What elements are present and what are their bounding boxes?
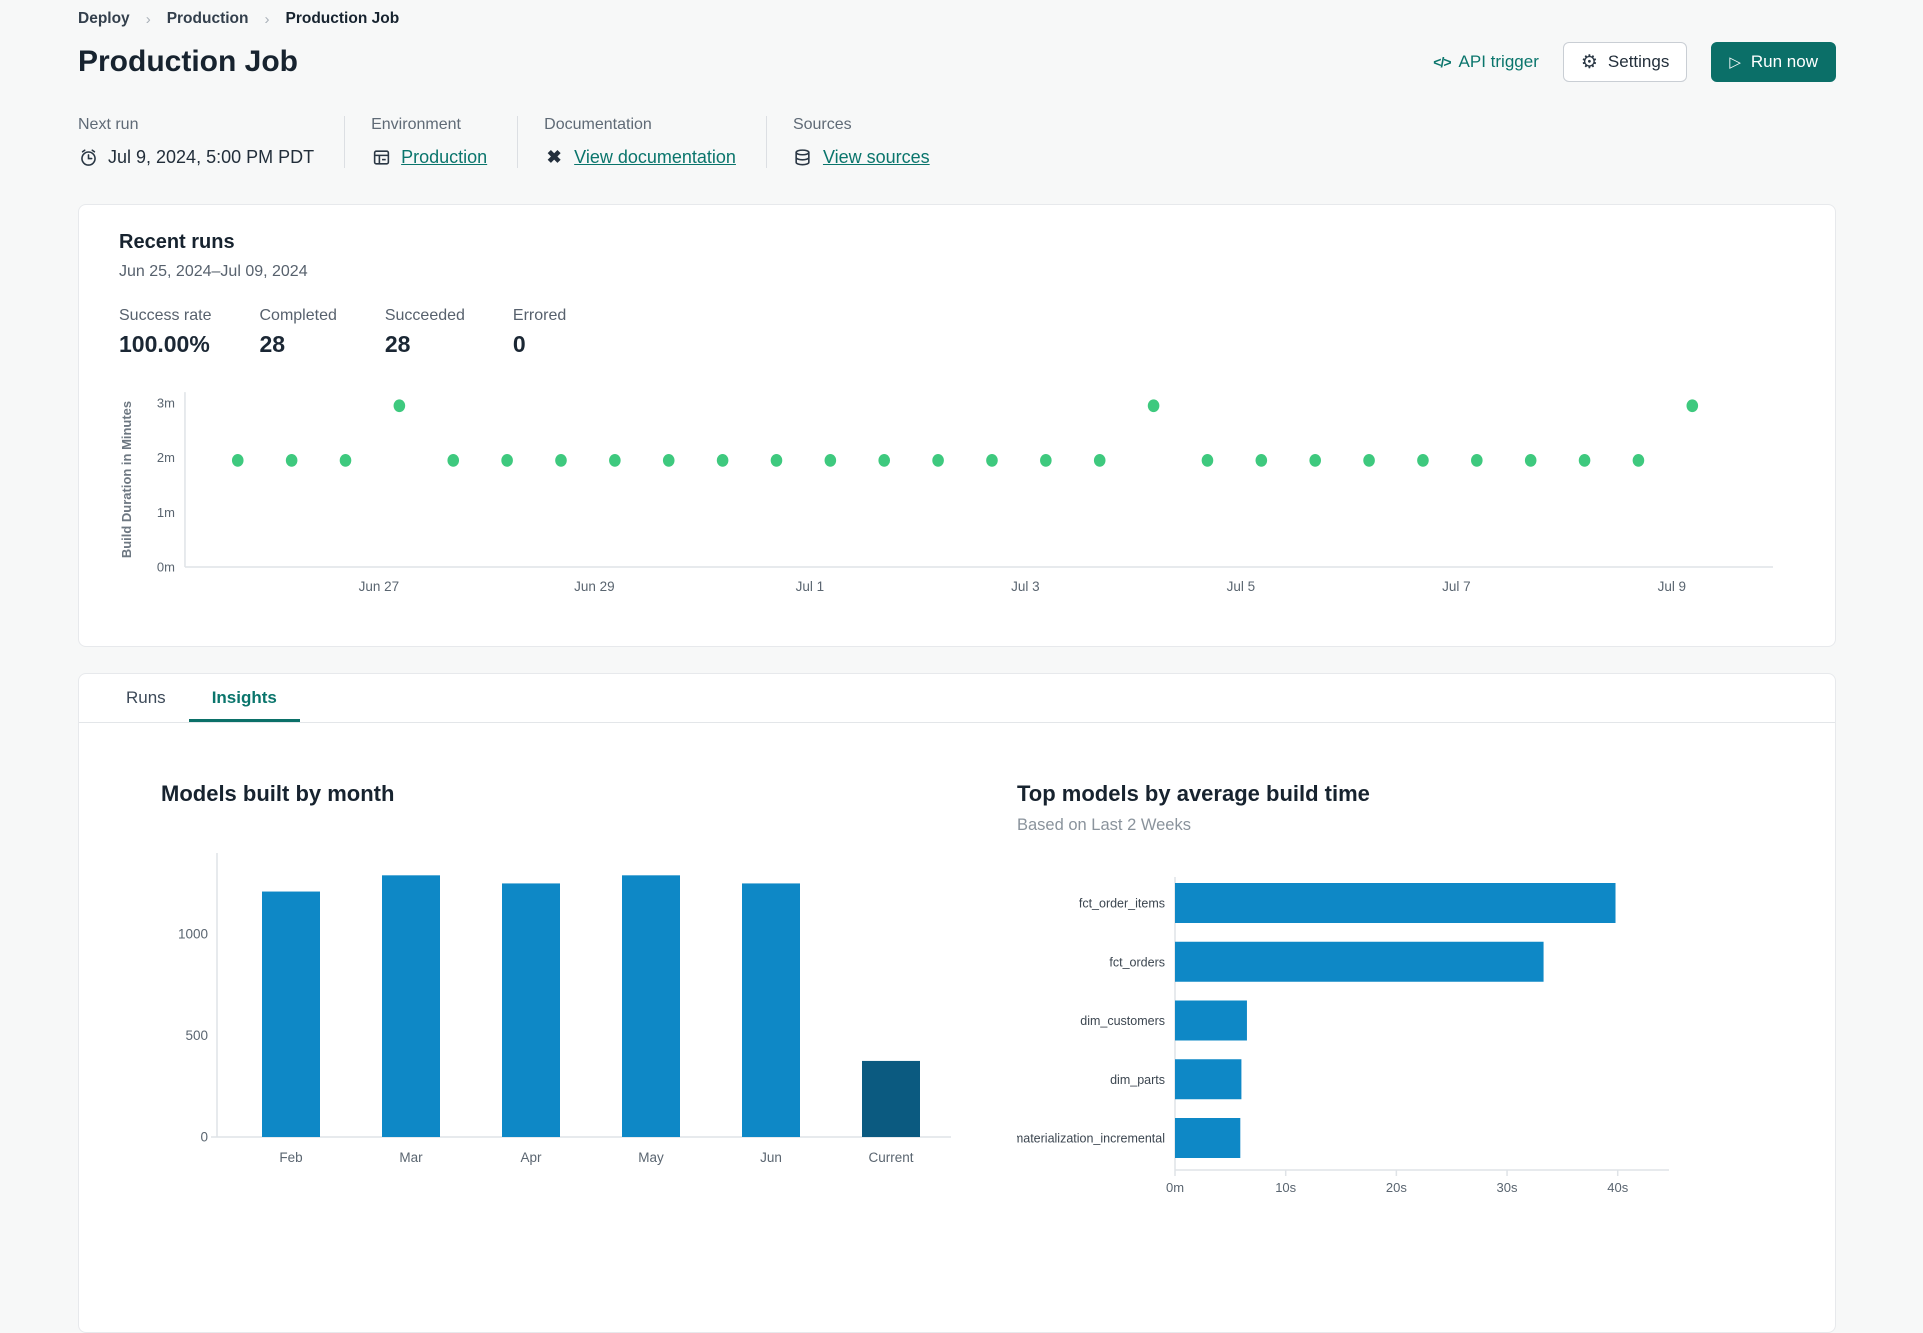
code-icon: </> [1433,54,1451,70]
svg-text:fct_order_items: fct_order_items [1079,897,1165,911]
top-models-hbar-chart: 0m 10s 20s 30s 40s fct_order_items fct_ordersd… [1013,877,1669,1195]
svg-text:0: 0 [200,1130,208,1145]
run-now-label: Run now [1750,52,1818,71]
svg-text:May: May [638,1150,664,1165]
top-models-section: Top models by average build time Based o… [1013,781,1795,1209]
page-header: Production Job </> API trigger ⚙ Setting… [78,42,1836,82]
svg-text:Jul 9: Jul 9 [1658,579,1686,594]
alarm-clock-icon [78,148,98,168]
header-actions: </> API trigger ⚙ Settings ▷ Run now [1433,42,1836,82]
api-trigger-link[interactable]: </> API trigger [1433,52,1539,72]
svg-text:500: 500 [185,1028,208,1043]
database-icon [793,148,813,168]
svg-text:Current: Current [868,1150,913,1165]
environment-link[interactable]: Production [401,147,487,168]
models-by-month-bar-chart: 0 500 1000 Feb Mar Apr May Jun Current [178,853,951,1165]
svg-text:0m: 0m [1166,1180,1184,1195]
api-trigger-label: API trigger [1458,52,1539,71]
stat-completed: Completed 28 [259,307,337,357]
svg-text:2m: 2m [157,450,175,465]
tab-insights[interactable]: Insights [188,674,300,722]
meta-sources: Sources View sources [765,116,960,168]
svg-text:dim_parts: dim_parts [1110,1073,1165,1087]
view-documentation-link[interactable]: View documentation [574,147,736,168]
svg-text:Jun 29: Jun 29 [574,579,615,594]
svg-text:Mar: Mar [399,1150,423,1165]
settings-label: Settings [1607,52,1670,71]
meta-next-run: Next run Jul 9, 2024, 5:00 PM PDT [78,116,344,168]
meta-environment: Environment Production [344,116,517,168]
svg-text:Feb: Feb [279,1150,302,1165]
stat-success-rate: Success rate 100.00% [119,307,212,357]
next-run-label: Next run [78,116,139,133]
stat-succeeded: Succeeded 28 [384,307,465,357]
svg-text:Jul 5: Jul 5 [1227,579,1255,594]
svg-text:fct_orders: fct_orders [1109,955,1165,969]
insights-panel: Models built by month 0 500 1000 Feb Mar Apr M… [79,723,1835,1209]
job-detail-card: Runs Insights Models built by month 0 500… [78,673,1836,1333]
next-run-value: Jul 9, 2024, 5:00 PM PDT [108,147,315,167]
breadcrumb-production-job: Production Job [285,10,400,27]
svg-text:Jul 7: Jul 7 [1442,579,1470,594]
svg-text:0m: 0m [157,559,175,574]
svg-text:10s: 10s [1275,1180,1296,1195]
svg-text:Build Duration in Minutes: Build Duration in Minutes [119,401,134,558]
breadcrumb: Deploy › Production › Production Job [78,10,1836,28]
svg-text:materialization_incremental: materialization_incremental [1017,1132,1165,1146]
documentation-label: Documentation [544,116,652,133]
settings-button[interactable]: ⚙ Settings [1562,42,1688,82]
svg-text:Jun 27: Jun 27 [359,579,399,594]
recent-runs-date-range: Jun 25, 2024–Jul 09, 2024 [119,263,308,280]
top-models-subtitle: Based on Last 2 Weeks [1017,816,1191,834]
view-sources-link[interactable]: View sources [823,147,930,168]
breadcrumb-deploy[interactable]: Deploy [78,10,130,28]
svg-text:3m: 3m [157,395,175,410]
chevron-right-icon: › [145,10,151,28]
recent-runs-title: Recent runs [119,231,235,253]
gear-icon: ⚙ [1580,51,1598,73]
build-duration-scatter-chart: 0m 1m 2m 3m Jun 27 Jun 29 Jul 1 Jul 3 Jul 5 Jul 7… [119,392,1774,594]
svg-text:Apr: Apr [520,1150,542,1165]
environment-icon [371,148,391,168]
svg-text:Jun: Jun [760,1150,782,1165]
recent-runs-stats: Success rate 100.00% Completed 28 Succee… [119,307,1795,358]
models-by-month-title: Models built by month [161,781,395,806]
stat-errored: Errored 0 [512,307,567,357]
svg-text:30s: 30s [1497,1180,1518,1195]
play-icon: ▷ [1729,53,1741,71]
dbt-logo-icon: ✖ [546,147,562,167]
tab-runs[interactable]: Runs [103,674,189,722]
production-job-page: Deploy › Production › Production Job Pro… [0,0,1923,1333]
chevron-right-icon: › [264,10,270,28]
svg-text:1000: 1000 [178,927,208,942]
top-models-title: Top models by average build time [1017,781,1370,806]
environment-label: Environment [371,116,461,133]
svg-text:1m: 1m [157,505,175,520]
page-title: Production Job [78,45,298,78]
run-now-button[interactable]: ▷ Run now [1711,42,1836,82]
recent-runs-card: Recent runs Jun 25, 2024–Jul 09, 2024 Su… [78,204,1836,647]
breadcrumb-production[interactable]: Production [167,10,249,28]
svg-text:40s: 40s [1607,1180,1628,1195]
svg-text:dim_customers: dim_customers [1080,1014,1165,1028]
models-by-month-section: Models built by month 0 500 1000 Feb Mar Apr M… [161,781,1017,1209]
svg-text:Jul 3: Jul 3 [1011,579,1039,594]
svg-text:20s: 20s [1386,1180,1407,1195]
meta-documentation: Documentation ✖ View documentation [517,116,766,168]
job-meta-row: Next run Jul 9, 2024, 5:00 PM PDT Enviro… [78,116,1836,168]
tab-bar: Runs Insights [79,674,1835,723]
sources-label: Sources [792,116,852,133]
svg-text:Jul 1: Jul 1 [796,579,824,594]
